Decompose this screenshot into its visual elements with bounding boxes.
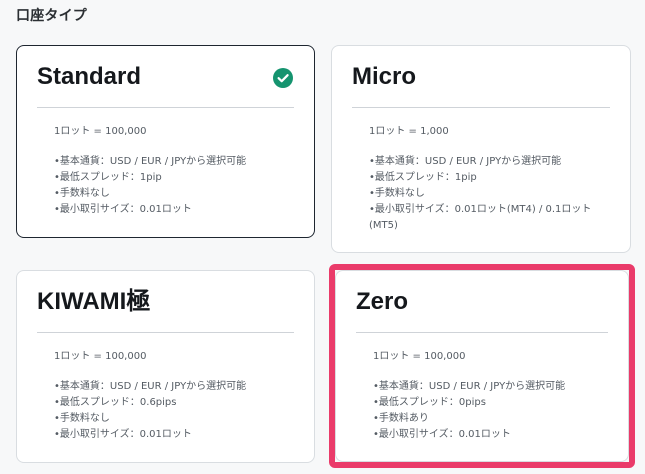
feature-list: •基本通貨：USD / EUR / JPYから選択可能 •最低スプレッド：1pi…: [54, 154, 294, 218]
card-divider: [37, 332, 294, 333]
feature-item: •手数料なし: [54, 188, 110, 199]
feature-item: •最低スプレッド：1pip: [54, 172, 162, 183]
feature-item: (MT5): [369, 220, 398, 231]
card-title: Zero: [356, 288, 409, 315]
feature-item: •最低スプレッド：0pips: [373, 397, 486, 408]
feature-item: •最小取引サイズ：0.01ロット: [54, 429, 192, 440]
feature-item: •最低スプレッド：1pip: [369, 172, 477, 183]
account-card-micro[interactable]: Micro 1ロット = 1,000 •基本通貨：USD / EUR / JPY…: [331, 45, 631, 253]
card-divider: [356, 332, 608, 333]
feature-item: •最小取引サイズ：0.01ロット: [373, 429, 511, 440]
feature-item: •手数料なし: [54, 413, 110, 424]
lot-size: 1ロット = 100,000: [54, 351, 147, 362]
card-title: Standard: [37, 63, 142, 90]
feature-item: •最小取引サイズ：0.01ロット: [54, 204, 192, 215]
feature-list: •基本通貨：USD / EUR / JPYから選択可能 •最低スプレッド：0.6…: [54, 379, 294, 443]
check-circle-icon: [273, 68, 293, 88]
feature-item: •基本通貨：USD / EUR / JPYから選択可能: [54, 381, 247, 392]
card-title: Micro: [352, 63, 417, 90]
lot-size: 1ロット = 100,000: [54, 126, 147, 137]
card-divider: [37, 107, 294, 108]
feature-item: •基本通貨：USD / EUR / JPYから選択可能: [369, 156, 562, 167]
feature-list: •基本通貨：USD / EUR / JPYから選択可能 •最低スプレッド：1pi…: [369, 154, 610, 234]
feature-item: •最低スプレッド：0.6pips: [54, 397, 177, 408]
feature-item: •手数料あり: [373, 413, 429, 424]
account-card-zero[interactable]: Zero 1ロット = 100,000 •基本通貨：USD / EUR / JP…: [335, 270, 629, 462]
feature-list: •基本通貨：USD / EUR / JPYから選択可能 •最低スプレッド：0pi…: [373, 379, 608, 443]
lot-size: 1ロット = 100,000: [373, 351, 466, 362]
account-card-kiwami[interactable]: KIWAMI極 1ロット = 100,000 •基本通貨：USD / EUR /…: [16, 270, 315, 463]
feature-item: •手数料なし: [369, 188, 425, 199]
feature-item: •最小取引サイズ：0.01ロット(MT4) / 0.1ロット: [369, 204, 592, 215]
feature-item: •基本通貨：USD / EUR / JPYから選択可能: [373, 381, 566, 392]
card-title: KIWAMI極: [37, 288, 151, 315]
account-card-standard[interactable]: Standard 1ロット = 100,000 •基本通貨：USD / EUR …: [16, 45, 315, 238]
lot-size: 1ロット = 1,000: [369, 126, 449, 137]
feature-item: •基本通貨：USD / EUR / JPYから選択可能: [54, 156, 247, 167]
card-divider: [352, 107, 610, 108]
section-title: 口座タイプ: [16, 8, 87, 24]
